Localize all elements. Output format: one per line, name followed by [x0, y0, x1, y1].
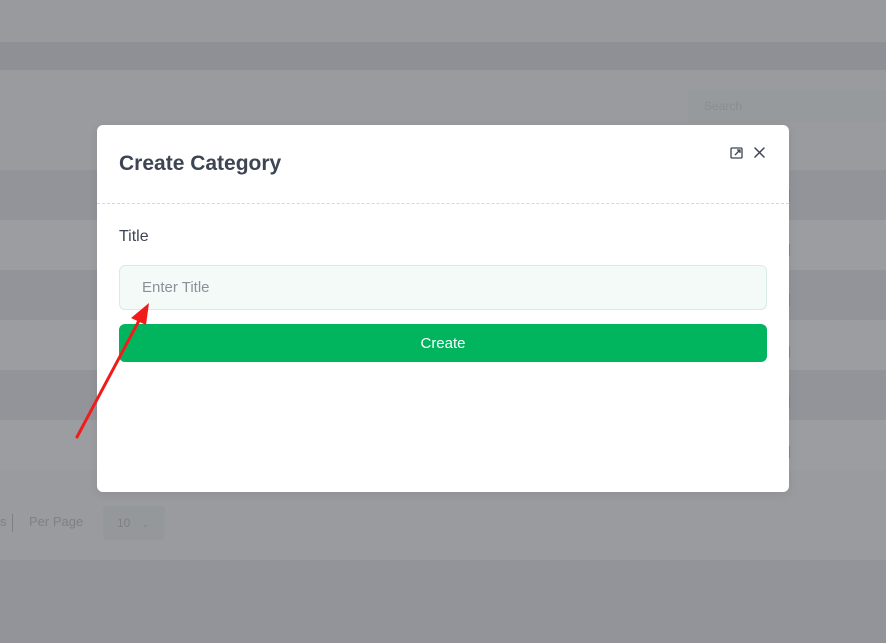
background-search-input: Search	[688, 90, 886, 122]
background-per-page-select: 10 ⌄	[103, 506, 165, 540]
modal-title: Create Category	[119, 152, 282, 175]
create-button[interactable]: Create	[119, 324, 767, 362]
background-pagination-divider	[12, 514, 13, 532]
modal-window-actions	[729, 145, 767, 160]
background-per-page-label: Per Page	[29, 514, 84, 529]
create-category-modal: Create Category Title Create	[97, 125, 789, 492]
background-footer	[0, 560, 886, 643]
background-header	[0, 0, 886, 42]
background-subheader	[0, 42, 886, 70]
modal-header-divider	[97, 203, 789, 204]
title-field-label: Title	[119, 228, 149, 245]
chevron-down-icon: ⌄	[141, 519, 150, 529]
background-pagination-text: s	[0, 514, 7, 529]
title-input[interactable]	[119, 265, 767, 310]
background-per-page-value: 10	[117, 516, 131, 530]
close-icon[interactable]	[752, 145, 767, 160]
expand-icon[interactable]	[729, 145, 744, 160]
